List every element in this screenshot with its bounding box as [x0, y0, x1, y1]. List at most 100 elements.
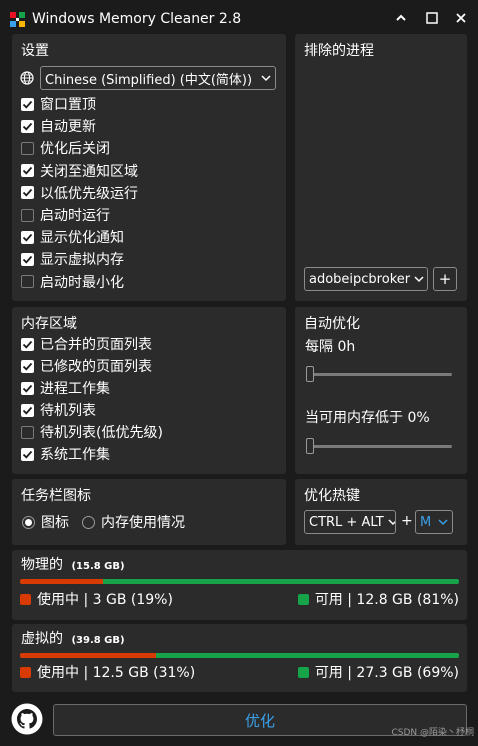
interval-slider-thumb[interactable]	[306, 366, 314, 382]
optimize-label: 优化	[244, 711, 275, 730]
settings-option[interactable]: 优化后关闭	[21, 138, 110, 158]
memory-area-option-label: 待机列表	[40, 403, 96, 419]
excluded-title: 排除的进程	[304, 43, 374, 59]
settings-option-label: 启动时运行	[40, 208, 110, 224]
hotkey-plus: +	[401, 513, 413, 529]
settings-option[interactable]: 自动更新	[21, 116, 96, 136]
settings-option-label: 以低优先级运行	[40, 185, 138, 202]
virtual-total: (39.8 GB)	[71, 635, 125, 646]
threshold-slider[interactable]	[306, 445, 452, 448]
checkbox-checked-icon[interactable]	[21, 252, 34, 266]
window-title: Windows Memory Cleaner 2.8	[32, 11, 242, 27]
app-logo-icon	[10, 12, 25, 27]
settings-option-label: 窗口置顶	[40, 97, 96, 113]
chevron-down-icon	[261, 75, 271, 82]
virtual-used-fill	[20, 653, 157, 658]
watermark-text: CSDN @陌染丶杼桐	[391, 728, 474, 738]
memory-area-option-label: 系统工作集	[40, 447, 110, 463]
memory-area-option[interactable]: 待机列表	[21, 400, 96, 420]
hotkey-key-select[interactable]: M	[415, 510, 453, 534]
process-value: adobeipcbroker	[309, 271, 411, 287]
memory-area-option[interactable]: 进程工作集	[21, 378, 110, 398]
github-icon[interactable]	[11, 703, 43, 735]
chevron-down-icon	[388, 519, 395, 526]
radio-icon[interactable]	[22, 515, 35, 529]
physical-total: (15.8 GB)	[71, 561, 125, 572]
memory-area-option[interactable]: 系统工作集	[21, 444, 110, 464]
chevron-down-icon	[438, 519, 448, 526]
checkbox-checked-icon[interactable]	[21, 230, 34, 244]
checkbox-checked-icon[interactable]	[21, 97, 34, 111]
add-process-button[interactable]: +	[433, 267, 457, 291]
interval-slider[interactable]	[306, 373, 452, 376]
virtual-usage-bar	[20, 653, 459, 658]
language-select[interactable]: Chinese (Simplified) (中文(简体))	[40, 66, 276, 90]
checkbox-unchecked-icon[interactable]	[21, 425, 34, 439]
checkbox-unchecked-icon[interactable]	[21, 275, 34, 289]
tray-option-usage[interactable]: 内存使用情况	[82, 512, 185, 532]
radio-icon[interactable]	[82, 515, 95, 529]
physical-memory-panel: 物理的 (15.8 GB) 使用中 | 3 GB (19%) 可用 | 12.8…	[12, 550, 467, 620]
physical-free-label: 可用 | 12.8 GB (81%)	[314, 592, 459, 608]
hotkey-modifier-value: CTRL + ALT	[309, 514, 384, 530]
hotkey-key-value: M	[420, 514, 432, 530]
settings-option[interactable]: 以低优先级运行	[21, 183, 138, 203]
hotkey-modifier-select[interactable]: CTRL + ALT	[304, 510, 396, 534]
checkbox-checked-icon[interactable]	[21, 447, 34, 461]
virtual-free-label: 可用 | 27.3 GB (69%)	[314, 665, 459, 681]
checkbox-checked-icon[interactable]	[21, 359, 34, 373]
memory-area-option-label: 进程工作集	[40, 381, 110, 397]
settings-option-label: 启动时最小化	[40, 274, 124, 291]
hotkey-title: 优化热键	[304, 488, 360, 504]
physical-used-fill	[20, 579, 104, 584]
settings-option[interactable]: 显示虚拟内存	[21, 249, 124, 269]
square-icon	[426, 12, 438, 24]
virtual-used-label: 使用中 | 12.5 GB (31%)	[37, 665, 196, 681]
settings-option-label: 关闭至通知区域	[40, 163, 138, 180]
physical-used-label: 使用中 | 3 GB (19%)	[37, 592, 173, 608]
tray-option-usage-label: 内存使用情况	[101, 515, 185, 531]
checkbox-unchecked-icon[interactable]	[21, 208, 34, 222]
settings-option[interactable]: 窗口置顶	[21, 94, 96, 114]
tray-option-icon-label: 图标	[41, 515, 69, 531]
memory-area-option-label: 已合并的页面列表	[40, 337, 152, 353]
used-legend-icon	[20, 593, 31, 605]
settings-option[interactable]: 启动时运行	[21, 205, 110, 225]
chevron-up-icon	[396, 14, 406, 21]
checkbox-checked-icon[interactable]	[21, 186, 34, 200]
checkbox-checked-icon[interactable]	[21, 337, 34, 351]
maximize-button[interactable]	[421, 8, 443, 30]
memory-area-option[interactable]: 已合并的页面列表	[21, 334, 152, 354]
checkbox-checked-icon[interactable]	[21, 119, 34, 133]
physical-free-fill	[103, 579, 459, 584]
settings-option-label: 自动更新	[40, 119, 96, 136]
settings-panel: 设置 Chinese (Simplified) (中文(简体)) 窗口置顶自动更…	[12, 34, 286, 301]
memory-area-option[interactable]: 已修改的页面列表	[21, 356, 152, 376]
auto-optimize-title: 自动优化	[304, 316, 360, 332]
checkbox-checked-icon[interactable]	[21, 381, 34, 395]
tray-option-icon[interactable]: 图标	[22, 512, 69, 532]
minimize-button[interactable]	[390, 8, 412, 30]
settings-option[interactable]: 显示优化通知	[21, 227, 124, 247]
memory-areas-title: 内存区域	[21, 316, 77, 332]
settings-title: 设置	[21, 43, 49, 59]
used-legend-icon	[20, 666, 31, 678]
settings-option[interactable]: 启动时最小化	[21, 272, 124, 292]
process-select[interactable]: adobeipcbroker	[304, 267, 428, 291]
chevron-down-icon	[414, 276, 424, 283]
hotkey-panel: 优化热键 CTRL + ALT + M	[295, 479, 467, 545]
checkbox-checked-icon[interactable]	[21, 403, 34, 417]
memory-area-option[interactable]: 待机列表(低优先级)	[21, 422, 163, 442]
free-legend-icon	[297, 593, 309, 605]
checkbox-unchecked-icon[interactable]	[21, 141, 34, 155]
settings-option-label: 优化后关闭	[40, 141, 110, 158]
threshold-label: 当可用内存低于 0%	[305, 410, 430, 426]
excluded-processes-panel: 排除的进程 adobeipcbroker +	[295, 34, 467, 301]
settings-option[interactable]: 关闭至通知区域	[21, 161, 138, 181]
settings-option-label: 显示虚拟内存	[40, 252, 124, 269]
checkbox-checked-icon[interactable]	[21, 164, 34, 178]
title-bar: Windows Memory Cleaner 2.8	[0, 0, 478, 38]
virtual-memory-panel: 虚拟的 (39.8 GB) 使用中 | 12.5 GB (31%) 可用 | 2…	[12, 624, 467, 692]
close-button[interactable]	[450, 8, 472, 30]
threshold-slider-thumb[interactable]	[306, 438, 314, 454]
